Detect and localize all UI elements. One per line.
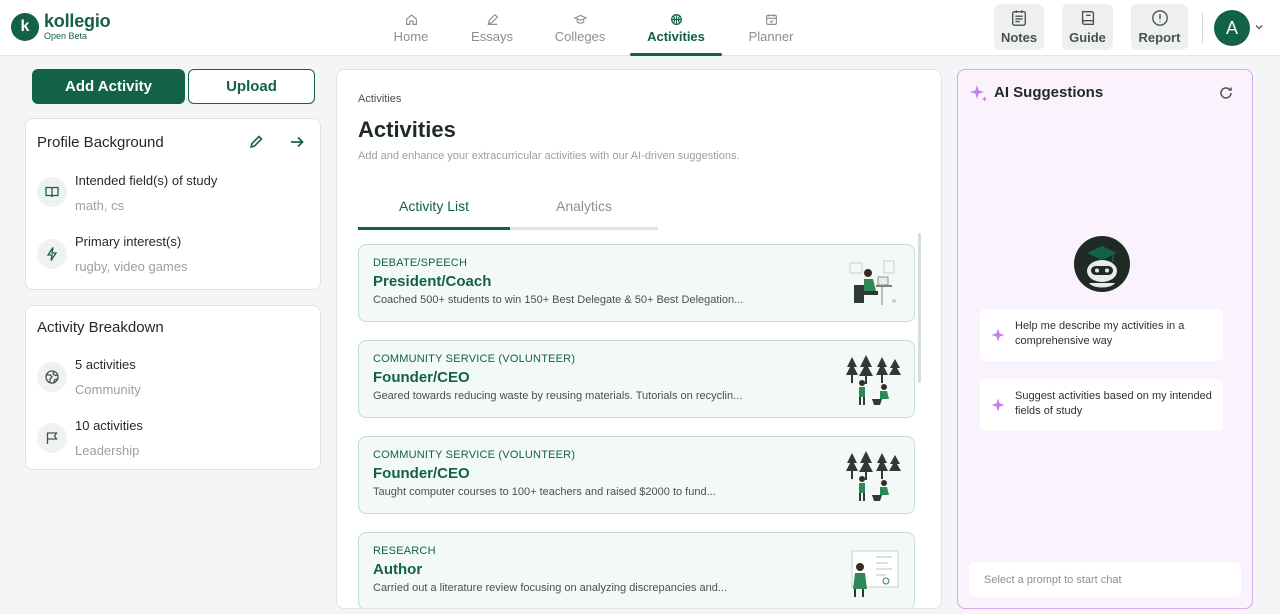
add-activity-button[interactable]: Add Activity <box>32 69 185 104</box>
brand-name: kollegio <box>44 11 111 31</box>
volunteers-planting-trees-illustration <box>846 355 901 405</box>
robot-graduate-icon <box>1074 236 1130 292</box>
activity-card[interactable]: DEBATE/SPEECH President/Coach Coached 50… <box>358 244 915 322</box>
upload-button[interactable]: Upload <box>188 69 315 104</box>
activity-description: Carried out a literature review focusing… <box>373 582 728 594</box>
activity-description: Coached 500+ students to win 150+ Best D… <box>373 294 744 306</box>
guide-button[interactable]: Guide <box>1062 4 1113 50</box>
tool-label: Guide <box>1069 30 1106 45</box>
breakdown-category: Community <box>75 382 141 397</box>
activity-card[interactable]: RESEARCH Author Carried out a literature… <box>358 532 915 608</box>
person-at-desk-illustration <box>849 260 896 305</box>
activity-category: COMMUNITY SERVICE (VOLUNTEER) <box>373 353 576 365</box>
book-open-icon <box>37 177 67 207</box>
breakdown-count: 5 activities <box>75 357 136 372</box>
activities-panel: Activities Activities Add and enhance yo… <box>336 69 942 609</box>
graduation-cap-icon <box>573 14 587 24</box>
activity-role: President/Coach <box>373 273 492 290</box>
profile-field-label: Intended field(s) of study <box>75 173 218 188</box>
suggestion-prompt[interactable]: Suggest activities based on my intended … <box>980 379 1223 431</box>
activity-category: COMMUNITY SERVICE (VOLUNTEER) <box>373 449 576 461</box>
activity-role: Author <box>373 561 423 578</box>
tab-activity-list[interactable]: Activity List <box>358 198 510 230</box>
notes-icon <box>1012 10 1026 26</box>
ai-suggestions-title: AI Suggestions <box>994 84 1104 101</box>
flag-icon <box>37 423 67 453</box>
activity-role: Founder/CEO <box>373 369 470 386</box>
book-icon <box>1081 11 1094 25</box>
nav-planner[interactable]: Planner <box>746 0 796 56</box>
suggestion-prompt-text: Suggest activities based on my intended … <box>1015 390 1212 417</box>
chat-input[interactable]: Select a prompt to start chat <box>969 562 1241 597</box>
nav-home[interactable]: Home <box>390 0 432 56</box>
nav-activities[interactable]: Activities <box>630 0 722 56</box>
page-title: Activities <box>358 117 456 142</box>
ai-suggestions-panel: AI Suggestions Help me describe my activ… <box>957 69 1253 609</box>
nav-label: Home <box>393 28 429 44</box>
breadcrumb[interactable]: Activities <box>358 93 401 105</box>
activity-description: Geared towards reducing waste by reusing… <box>373 390 743 402</box>
tool-label: Report <box>1138 30 1181 45</box>
activity-description: Taught computer courses to 100+ teachers… <box>373 486 716 498</box>
logo-mark-icon: k <box>11 12 39 41</box>
scrollbar[interactable] <box>918 233 921 383</box>
profile-background-title: Profile Background <box>37 134 164 151</box>
profile-field-value: math, cs <box>75 198 125 213</box>
home-icon <box>405 13 417 25</box>
alert-circle-icon <box>1151 10 1168 26</box>
avatar[interactable]: A <box>1214 10 1250 46</box>
toolbar-divider <box>1202 12 1203 44</box>
sparkle-icon <box>991 328 1005 342</box>
refresh-icon[interactable] <box>1218 85 1234 101</box>
breakdown-count: 10 activities <box>75 418 143 433</box>
notes-button[interactable]: Notes <box>994 4 1044 50</box>
sparkle-icon <box>991 398 1005 412</box>
breakdown-category: Leadership <box>75 443 140 458</box>
calendar-icon <box>765 13 777 25</box>
logo[interactable]: k kollegio Open Beta <box>11 11 111 41</box>
pen-icon <box>487 13 498 25</box>
profile-interest-value: rugby, video games <box>75 259 188 274</box>
tab-analytics[interactable]: Analytics <box>510 198 658 230</box>
activity-category: RESEARCH <box>373 545 436 557</box>
activity-category: DEBATE/SPEECH <box>373 257 468 269</box>
tool-label: Notes <box>1000 30 1038 45</box>
nav-label: Colleges <box>554 28 606 44</box>
profile-background-card: Profile Background Intended field(s) of … <box>25 118 321 290</box>
sparkle-icon <box>970 85 988 102</box>
nav-label: Essays <box>471 28 513 44</box>
arrow-right-icon[interactable] <box>289 134 305 150</box>
suggestion-prompt-text: Help me describe my activities in a comp… <box>1015 320 1185 347</box>
profile-interest-label: Primary interest(s) <box>75 234 182 249</box>
activity-role: Founder/CEO <box>373 465 470 482</box>
nav-label: Activities <box>647 28 705 44</box>
globe-icon <box>37 362 67 392</box>
chevron-down-icon[interactable] <box>1254 22 1264 32</box>
activity-breakdown-card: Activity Breakdown 5 activities Communit… <box>25 305 321 470</box>
page-subtitle: Add and enhance your extracurricular act… <box>358 150 740 162</box>
activity-card[interactable]: COMMUNITY SERVICE (VOLUNTEER) Founder/CE… <box>358 340 915 418</box>
edit-icon[interactable] <box>248 134 264 150</box>
suggestion-prompt[interactable]: Help me describe my activities in a comp… <box>980 309 1223 361</box>
top-bar: k kollegio Open Beta Home Essays College… <box>0 0 1280 56</box>
researcher-illustration <box>851 550 899 597</box>
activity-breakdown-title: Activity Breakdown <box>37 319 164 336</box>
activity-card[interactable]: COMMUNITY SERVICE (VOLUNTEER) Founder/CE… <box>358 436 915 514</box>
basketball-icon <box>670 13 682 25</box>
nav-colleges[interactable]: Colleges <box>552 0 608 56</box>
volunteers-planting-trees-illustration <box>846 451 901 501</box>
report-button[interactable]: Report <box>1131 4 1188 50</box>
brand-tag: Open Beta <box>44 31 88 41</box>
nav-label: Planner <box>748 28 794 44</box>
nav-essays[interactable]: Essays <box>470 0 514 56</box>
lightning-icon <box>37 239 67 269</box>
